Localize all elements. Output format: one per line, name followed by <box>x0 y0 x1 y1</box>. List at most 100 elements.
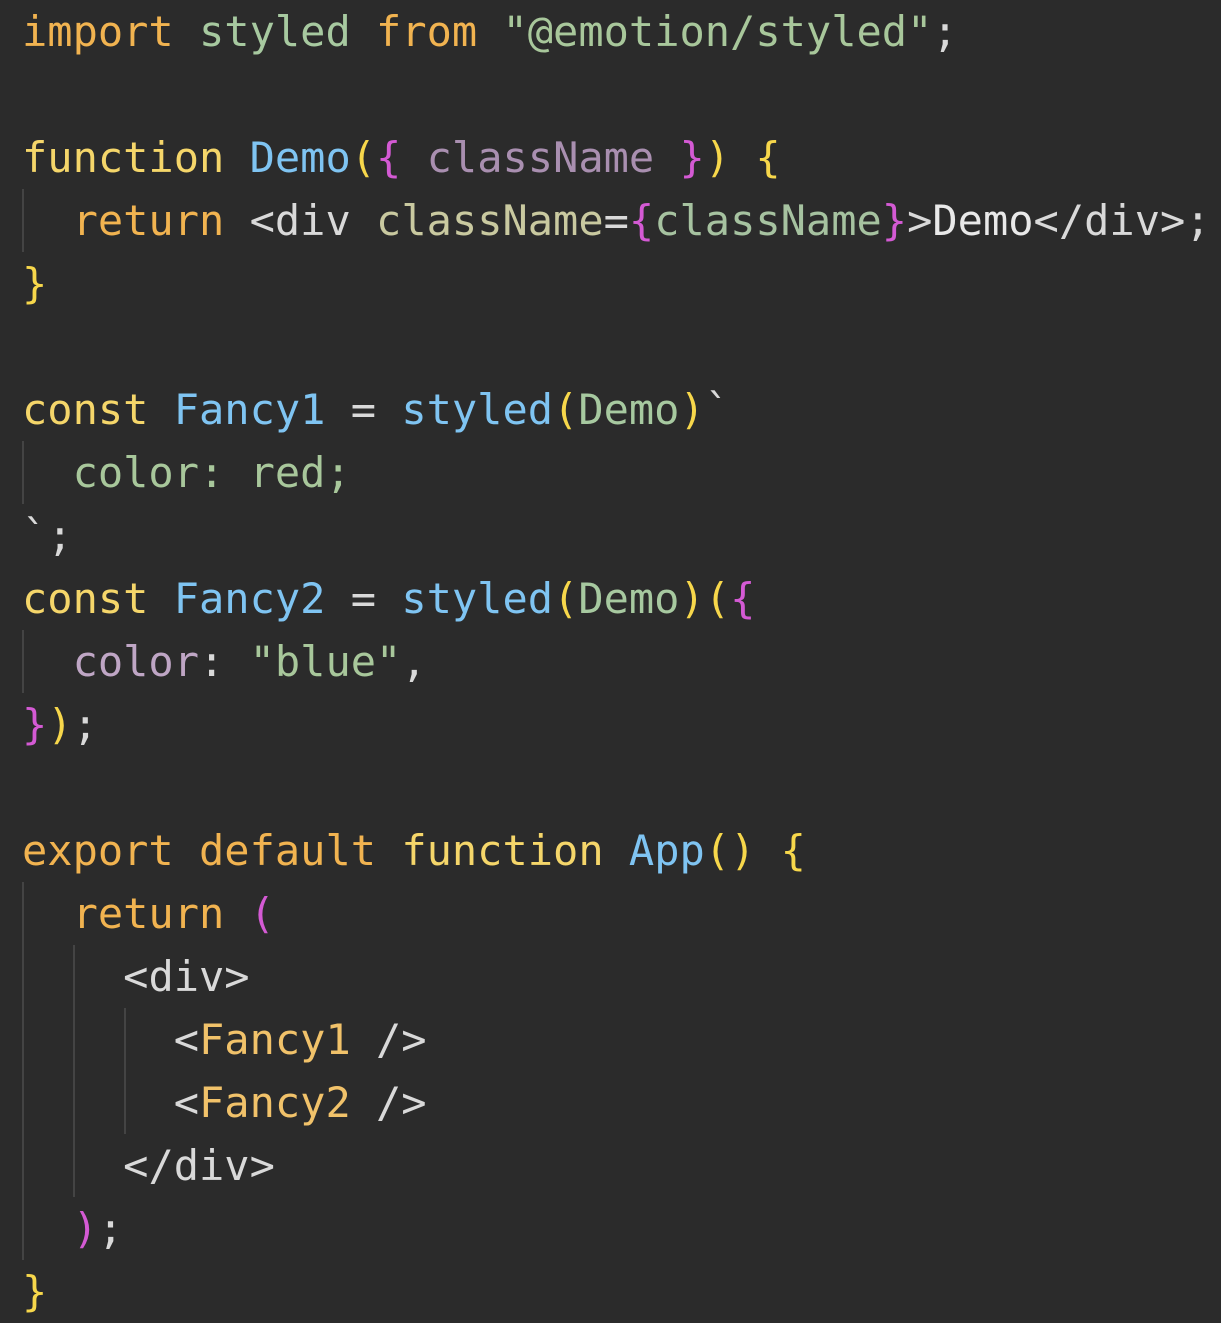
code-token: ) <box>679 385 705 434</box>
code-token: = <box>325 385 402 434</box>
code-token: ; <box>97 1204 124 1253</box>
code-line[interactable]: }); <box>22 693 98 756</box>
code-line[interactable]: color: red; <box>22 441 351 504</box>
code-token: { <box>780 826 806 875</box>
code-token: return <box>72 889 225 938</box>
code-token: ) <box>72 1204 98 1253</box>
code-line[interactable]: } <box>22 252 47 315</box>
code-token: function <box>401 826 604 875</box>
code-token: "blue" <box>249 637 402 686</box>
code-token: ) <box>47 700 73 749</box>
code-token: "@emotion/styled" <box>502 7 933 56</box>
code-token: App <box>628 826 705 875</box>
code-token: from <box>376 7 478 56</box>
code-line[interactable]: <Fancy2 /> <box>22 1071 427 1134</box>
code-token: className <box>426 133 655 182</box>
code-token: styled <box>401 385 554 434</box>
code-token: < <box>173 1015 200 1064</box>
code-token: styled <box>199 7 351 56</box>
code-token: } <box>22 700 48 749</box>
code-token: Fancy2 <box>199 1078 351 1127</box>
code-line[interactable]: const Fancy1 = styled(Demo)` <box>22 378 730 441</box>
code-token: ( <box>553 385 579 434</box>
code-token: import <box>22 7 174 56</box>
code-line[interactable]: import styled from "@emotion/styled"; <box>22 0 958 63</box>
code-token: Demo <box>578 574 680 623</box>
code-line[interactable]: <Fancy1 /> <box>22 1008 427 1071</box>
code-token: ` <box>704 385 731 434</box>
code-token: </div> <box>123 1141 275 1190</box>
code-line[interactable]: color: "blue", <box>22 630 427 693</box>
code-line[interactable]: return <div className={className}>Demo</… <box>22 189 1211 252</box>
code-line[interactable]: function Demo({ className }) { <box>22 126 781 189</box>
code-token: Fancy1 <box>173 385 326 434</box>
code-token: ( <box>249 889 275 938</box>
code-token: Demo <box>932 196 1034 245</box>
code-token: } <box>881 196 908 245</box>
code-token: , <box>401 637 427 686</box>
code-token: > <box>907 196 933 245</box>
code-token: styled <box>401 574 554 623</box>
code-line[interactable]: return ( <box>22 882 275 945</box>
code-line[interactable]: ); <box>22 1197 124 1260</box>
code-line[interactable]: <div> <box>22 945 250 1008</box>
code-token: /> <box>350 1015 427 1064</box>
code-editor[interactable]: import styled from "@emotion/styled"; fun… <box>0 0 1221 1320</box>
code-token: const <box>22 574 149 623</box>
code-token: export <box>22 826 174 875</box>
code-line[interactable]: export default function App() { <box>22 819 806 882</box>
code-token: ; <box>1185 196 1211 245</box>
code-line[interactable]: const Fancy2 = styled(Demo)({ <box>22 567 755 630</box>
code-token: Fancy2 <box>173 574 326 623</box>
code-token: /> <box>350 1078 427 1127</box>
code-token: ; <box>932 7 958 56</box>
code-token: ( <box>704 574 731 623</box>
code-line[interactable]: } <box>22 1260 47 1323</box>
code-token: { <box>376 133 402 182</box>
code-token: { <box>628 196 655 245</box>
code-token: = <box>325 574 402 623</box>
code-token: = <box>603 196 629 245</box>
code-line[interactable]: </div> <box>22 1134 275 1197</box>
code-token: ( <box>553 574 579 623</box>
code-token: ( <box>350 133 377 182</box>
code-token: } <box>22 259 48 308</box>
code-token: () <box>704 826 756 875</box>
code-token: : <box>199 637 250 686</box>
code-token: Demo <box>578 385 680 434</box>
code-token: ) <box>679 574 705 623</box>
code-line[interactable]: `; <box>22 504 73 567</box>
code-token: `; <box>22 511 73 560</box>
code-token: ) <box>704 133 731 182</box>
code-token: color <box>72 637 200 686</box>
code-token: Demo <box>249 133 351 182</box>
code-token: { <box>755 133 781 182</box>
code-token: </div> <box>1033 196 1186 245</box>
code-token: { <box>730 574 756 623</box>
code-token: <div> <box>123 952 250 1001</box>
